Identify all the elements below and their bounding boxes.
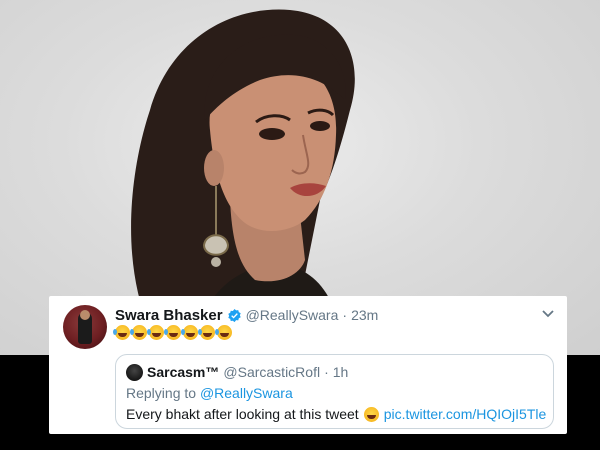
quoted-author-name[interactable]: Sarcasm™ (147, 364, 219, 380)
laughing-emoji-icon (198, 325, 215, 340)
avatar-head (80, 310, 90, 320)
quoted-author-handle[interactable]: @SarcasticRofl (223, 364, 320, 380)
replying-prefix: Replying to (126, 385, 200, 401)
quoted-avatar[interactable] (126, 364, 143, 381)
pic-link[interactable]: pic.twitter.com/HQIOjI5Tle (384, 406, 547, 422)
laughing-emoji-icon (164, 325, 181, 340)
separator-dot: · (342, 307, 348, 323)
laughing-emoji-icon (113, 325, 130, 340)
quoted-tweet[interactable]: Sarcasm™ @SarcasticRofl · 1h Replying to… (115, 354, 554, 429)
replying-to-line: Replying to @ReallySwara (126, 385, 293, 401)
quoted-body: Every bhakt after looking at this tweet (126, 406, 359, 422)
tweet-timestamp[interactable]: 23m (351, 307, 378, 323)
chevron-down-icon[interactable] (541, 306, 555, 320)
verified-badge-icon (227, 308, 241, 322)
tweet-emoji-row (113, 325, 232, 343)
laughing-emoji-icon (181, 325, 198, 340)
quoted-header: Sarcasm™ @SarcasticRofl · 1h (147, 363, 348, 381)
laughing-emoji-icon (130, 325, 147, 340)
author-name[interactable]: Swara Bhasker (115, 307, 223, 324)
laughing-emoji-icon (363, 406, 379, 422)
laughing-emoji-icon (147, 325, 164, 340)
avatar[interactable] (63, 305, 107, 349)
tweet-card[interactable]: Swara Bhasker @ReallySwara · 23m Sarcasm… (49, 296, 567, 434)
quoted-tweet-text: Every bhakt after looking at this tweet … (126, 406, 546, 422)
author-handle[interactable]: @ReallySwara (246, 307, 339, 323)
quoted-timestamp[interactable]: 1h (333, 364, 349, 380)
separator-dot: · (324, 364, 329, 380)
replying-to-link[interactable]: @ReallySwara (200, 385, 293, 401)
laughing-emoji-icon (215, 325, 232, 340)
tweet-header: Swara Bhasker @ReallySwara · 23m (115, 305, 378, 325)
